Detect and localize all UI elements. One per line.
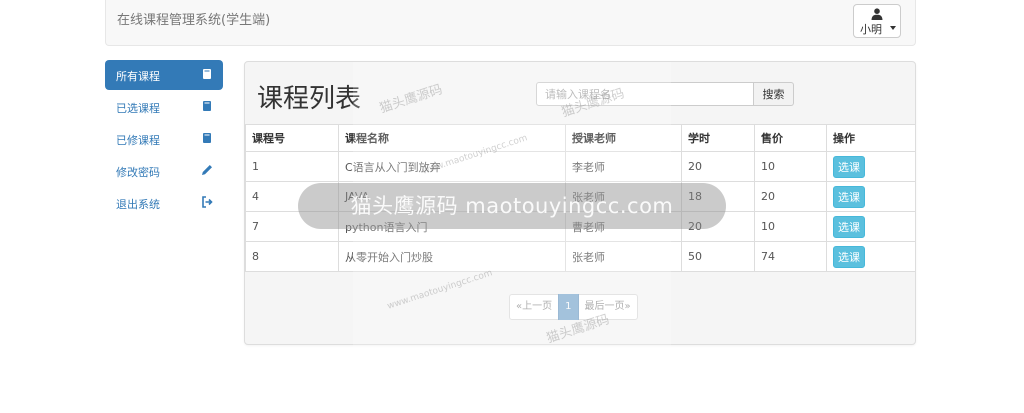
logout-icon bbox=[202, 196, 213, 208]
select-course-button[interactable]: 选课 bbox=[833, 215, 865, 238]
book-icon bbox=[203, 69, 211, 79]
book-icon bbox=[203, 133, 211, 143]
sidebar-item-label: 修改密码 bbox=[116, 166, 160, 179]
sidebar-item-completed-courses[interactable]: 已修课程 bbox=[105, 124, 223, 154]
cell-price: 10 bbox=[754, 151, 827, 182]
cell-hours: 20 bbox=[681, 151, 755, 182]
book-icon bbox=[203, 101, 211, 111]
app-title[interactable]: 在线课程管理系统(学生端) bbox=[117, 9, 270, 28]
select-course-button[interactable]: 选课 bbox=[833, 185, 865, 208]
pencil-icon bbox=[202, 165, 212, 175]
cell-action: 选课 bbox=[826, 181, 916, 212]
cell-price: 10 bbox=[754, 211, 827, 242]
user-menu-button[interactable]: 小明 bbox=[853, 4, 901, 38]
cell-course-id: 8 bbox=[245, 241, 339, 272]
sidebar-item-label: 退出系统 bbox=[116, 198, 160, 211]
column-header-hours: 学时 bbox=[681, 124, 755, 152]
cell-hours: 50 bbox=[681, 241, 755, 272]
column-header-id: 课程号 bbox=[245, 124, 339, 152]
sidebar-item-label: 已选课程 bbox=[116, 102, 160, 115]
column-header-price: 售价 bbox=[754, 124, 827, 152]
sidebar-item-change-password[interactable]: 修改密码 bbox=[105, 156, 223, 186]
user-name: 小明 bbox=[860, 23, 882, 36]
select-course-button[interactable]: 选课 bbox=[833, 245, 865, 268]
select-course-button[interactable]: 选课 bbox=[833, 155, 865, 178]
sidebar-item-label: 所有课程 bbox=[116, 70, 160, 83]
user-icon bbox=[871, 8, 883, 20]
sidebar-item-all-courses[interactable]: 所有课程 bbox=[105, 60, 223, 90]
cell-price: 74 bbox=[754, 241, 827, 272]
sidebar-item-label: 已修课程 bbox=[116, 134, 160, 147]
sidebar-item-logout[interactable]: 退出系统 bbox=[105, 188, 223, 218]
sidebar-item-selected-courses[interactable]: 已选课程 bbox=[105, 92, 223, 122]
column-header-action: 操作 bbox=[826, 124, 916, 152]
page-title: 课程列表 bbox=[257, 84, 362, 114]
top-navbar: 在线课程管理系统(学生端) 小明 bbox=[105, 0, 916, 46]
watermark-banner: 猫头鹰源码 maotouyingcc.com bbox=[298, 183, 726, 229]
cell-action: 选课 bbox=[826, 211, 916, 242]
cell-course-id: 1 bbox=[245, 151, 339, 182]
chevron-down-icon bbox=[890, 26, 896, 30]
cell-price: 20 bbox=[754, 181, 827, 212]
search-button[interactable]: 搜索 bbox=[754, 82, 794, 106]
cell-action: 选课 bbox=[826, 151, 916, 182]
sidebar-nav: 所有课程 已选课程 已修课程 修改密码 退出系统 bbox=[105, 60, 223, 220]
cell-action: 选课 bbox=[826, 241, 916, 272]
